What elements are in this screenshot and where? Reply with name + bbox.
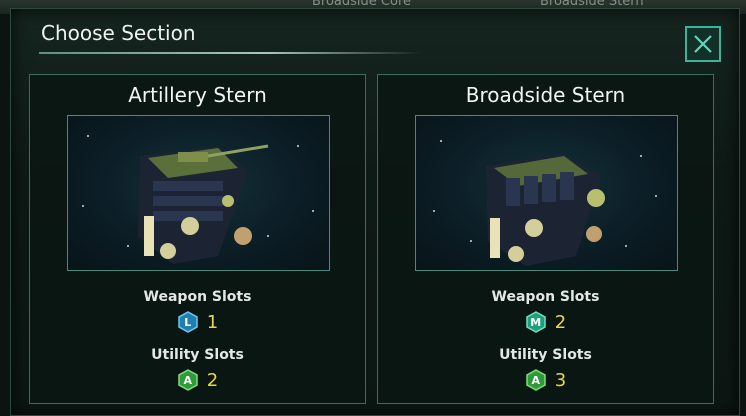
- weapon-slot-count: 1: [206, 311, 219, 333]
- weapon-slot-count: 2: [554, 311, 567, 333]
- section-name: Artillery Stern: [128, 83, 267, 107]
- section-name: Broadside Stern: [465, 83, 626, 107]
- weapon-slots-row: M 2: [378, 311, 713, 333]
- medium-slot-hex-icon: M: [525, 311, 547, 333]
- section-card-broadside-stern[interactable]: Broadside Stern Weapon Slots M 2 Utility…: [377, 74, 714, 404]
- large-slot-hex-icon: L: [177, 311, 199, 333]
- utility-slots-row: A 3: [378, 369, 713, 391]
- section-card-artillery-stern[interactable]: Artillery Stern Weapon Slots L 1 Utility…: [29, 74, 366, 404]
- weapon-slot-type: L: [184, 315, 192, 329]
- utility-slot-count: 2: [206, 369, 219, 391]
- weapon-slots-label: Weapon Slots: [143, 289, 252, 305]
- utility-slot-type: A: [531, 373, 541, 387]
- weapon-slots-row: L 1: [30, 311, 365, 333]
- utility-slot-hex-icon: A: [525, 369, 547, 391]
- dialog-title: Choose Section: [41, 21, 196, 45]
- ship-section-preview: [67, 115, 330, 271]
- close-x-icon: [694, 35, 712, 53]
- ship-section-preview: [415, 115, 678, 271]
- utility-slots-row: A 2: [30, 369, 365, 391]
- utility-slots-label: Utility Slots: [499, 347, 592, 363]
- ship-model-image: [433, 140, 657, 266]
- ship-model-image: [82, 135, 314, 264]
- close-button[interactable]: [685, 26, 721, 62]
- utility-slot-type: A: [183, 373, 193, 387]
- utility-slots-label: Utility Slots: [151, 347, 244, 363]
- utility-slot-hex-icon: A: [177, 369, 199, 391]
- utility-slot-count: 3: [554, 369, 567, 391]
- weapon-slot-type: M: [530, 315, 542, 329]
- weapon-slots-label: Weapon Slots: [491, 289, 600, 305]
- title-divider: [39, 52, 421, 54]
